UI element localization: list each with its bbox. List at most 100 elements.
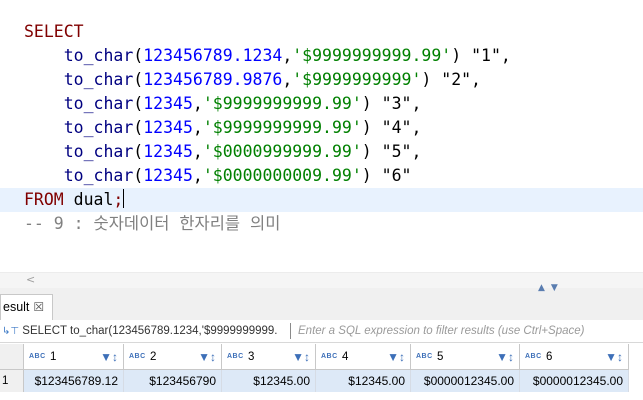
code-line[interactable]: to_char(12345,'$0000999999.99') "5", [24,140,511,164]
code-token: 12345 [143,118,193,137]
column-header[interactable]: ABC 4 ▼↕ [316,344,411,370]
column-header[interactable]: ABC 3 ▼↕ [222,344,316,370]
code-token: , [192,166,203,185]
filter-bar: ↳⊤ SELECT to_char(123456789.1234,'$99999… [0,320,643,343]
sql-query-icon: ↳⊤ [2,326,20,337]
code-line[interactable]: to_char(12345,'$9999999999.99') "4", [24,116,511,140]
table-cell[interactable]: $12345.00 [222,370,316,392]
string-type-icon: ABC [321,353,338,360]
code-token: to_char [63,166,134,185]
code-token: ( [133,46,144,65]
column-header-label: 3 [248,351,255,363]
column-header-label: 5 [437,351,444,363]
filter-sort-icon[interactable]: ▼↕ [100,344,118,370]
sql-editor[interactable]: SELECT to_char(123456789.1234,'$99999999… [0,0,643,272]
code-token: ) "3", [361,94,422,113]
string-type-icon: ABC [416,353,433,360]
row-number-header [0,344,24,370]
code-token: ; [113,190,124,209]
code-token: 12345 [143,142,193,161]
code-line[interactable]: to_char(12345,'$0000000009.99') "6" [24,164,511,188]
string-type-icon: ABC [29,353,46,360]
string-type-icon: ABC [525,353,542,360]
code-token: ) "4", [361,118,422,137]
code-token: to_char [63,142,134,161]
filter-sort-icon[interactable]: ▼↕ [605,344,623,370]
code-line[interactable]: to_char(12345,'$9999999999.99') "3", [24,92,511,116]
code-token: 12345 [143,166,193,185]
code-token: to_char [63,118,134,137]
code-line[interactable]: to_char(123456789.1234,'$9999999999.99')… [24,44,511,68]
code-token: ( [133,142,144,161]
column-header-label: 6 [546,351,553,363]
column-header[interactable]: ABC 6 ▼↕ [520,344,629,370]
code-token: 123456789.1234 [143,46,283,65]
code-token: ) "1", [451,46,511,65]
code-token: '$0000999999.99' [202,142,362,161]
column-header[interactable]: ABC 5 ▼↕ [411,344,520,370]
maximize-panel-icon[interactable]: ▲▼ [538,284,564,293]
code-token: ) "5", [361,142,422,161]
query-text[interactable]: ↳⊤ SELECT to_char(123456789.1234,'$99999… [2,320,278,343]
table-cell[interactable]: $0000012345.00 [411,370,520,392]
table-cell[interactable]: $123456789.12 [24,370,124,392]
filter-sort-icon[interactable]: ▼↕ [387,344,405,370]
code-token: , [282,70,293,89]
column-header-label: 2 [150,351,157,363]
code-line[interactable]: -- 9 : 숫자데이터 한자리를 의미 [24,212,511,236]
code-token: ( [133,166,144,185]
code-token: '$9999999999' [292,70,422,89]
table-cell[interactable]: $123456790 [124,370,222,392]
scroll-left-icon[interactable]: < [26,273,35,286]
code-token: dual [63,190,114,209]
code-token: -- 9 : 숫자데이터 한자리를 의미 [24,214,281,233]
code-token: '$9999999999.99' [202,94,362,113]
string-type-icon: ABC [227,353,244,360]
filter-sort-icon[interactable]: ▼↕ [292,344,310,370]
code-token: 12345 [143,94,193,113]
code-token: FROM [24,190,64,209]
code-token: to_char [63,46,134,65]
filter-input[interactable]: Enter a SQL expression to filter results… [298,320,584,342]
code-token: '$9999999999.99' [292,46,452,65]
tab-result[interactable]: esult ☒ [0,294,54,321]
column-header[interactable]: ABC 1 ▼↕ [24,344,124,370]
code-token: to_char [63,94,134,113]
row-number[interactable]: 1 [0,370,24,392]
tab-result-label: esult [3,300,30,314]
column-header[interactable]: ABC 2 ▼↕ [124,344,222,370]
code-token: ( [133,94,144,113]
filter-separator [290,323,291,339]
code-line[interactable]: FROM dual; [24,188,511,212]
code-token: , [282,46,293,65]
code-line[interactable]: SELECT [24,20,511,44]
code-token: SELECT [24,22,84,41]
text-caret [123,189,125,208]
close-icon[interactable]: ☒ [33,300,44,314]
filter-sort-icon[interactable]: ▼↕ [198,344,216,370]
code-token: 123456789.9876 [143,70,283,89]
string-type-icon: ABC [129,353,146,360]
code-token: ( [133,70,144,89]
column-header-label: 4 [342,351,349,363]
code-token: , [192,142,203,161]
code-token: '$9999999999.99' [202,118,362,137]
code-token: '$0000000009.99' [202,166,362,185]
code-token: , [192,118,203,137]
results-grid[interactable]: ABC 1 ▼↕ ABC 2 ▼↕ ABC 3 ▼↕ ABC 4 ▼↕ ABC 5 ▼↕ ABC 6 ▼↕ 1 $12… [0,344,643,400]
code-token: to_char [63,70,134,89]
code-token: , [192,94,203,113]
table-cell[interactable]: $0000012345.00 [520,370,629,392]
sql-code[interactable]: SELECT to_char(123456789.1234,'$99999999… [24,20,511,236]
code-token: ) "2", [421,70,481,89]
table-cell[interactable]: $12345.00 [316,370,411,392]
code-line[interactable]: to_char(123456789.9876,'$9999999999') "2… [24,68,511,92]
filter-sort-icon[interactable]: ▼↕ [496,344,514,370]
code-token: ) "6" [361,166,412,185]
